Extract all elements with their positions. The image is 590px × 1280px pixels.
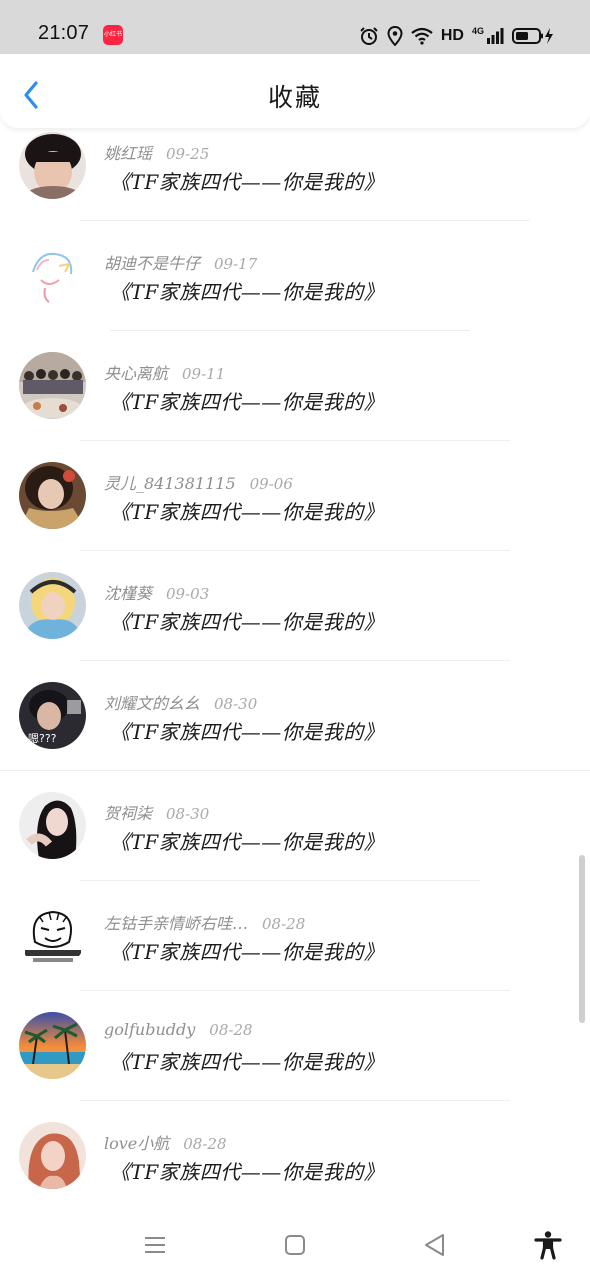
divider (80, 220, 530, 221)
divider (80, 1100, 510, 1101)
status-time: 21:07 (38, 22, 90, 44)
item-meta: 刘耀文的幺幺 08-30 (104, 690, 257, 714)
status-icons: HD 4G (359, 24, 554, 48)
item-username[interactable]: love小航 (104, 1134, 169, 1153)
item-username[interactable]: 刘耀文的幺幺 (104, 694, 200, 713)
item-meta: 央心离航 09-11 (104, 360, 225, 384)
location-icon (387, 26, 403, 46)
item-date: 09-25 (166, 145, 210, 163)
item-title[interactable]: 《TF家族四代——你是我的》 (110, 716, 384, 745)
avatar[interactable] (19, 902, 86, 969)
item-date: 09-11 (182, 365, 226, 383)
avatar[interactable] (19, 132, 86, 199)
item-username[interactable]: 沈槿葵 (104, 584, 152, 603)
network-type: 4G (471, 25, 484, 36)
item-date: 08-30 (214, 695, 258, 713)
item-date: 08-28 (262, 915, 306, 933)
item-title[interactable]: 《TF家族四代——你是我的》 (110, 1156, 384, 1185)
list-item[interactable]: 央心离航 09-11 《TF家族四代——你是我的》 (0, 348, 590, 458)
item-date: 08-30 (166, 805, 210, 823)
avatar[interactable]: 嗯??? (19, 682, 86, 749)
list-item[interactable]: 嗯??? 刘耀文的幺幺 08-30 《TF家族四代——你是我的》 (0, 678, 590, 788)
avatar[interactable] (19, 1122, 86, 1189)
divider (80, 660, 510, 661)
item-username[interactable]: 灵儿_841381115 (104, 474, 236, 493)
alarm-icon (360, 27, 378, 45)
app-notification-icon: 小红书 (103, 25, 123, 45)
battery-charging-icon (512, 28, 553, 44)
favorites-list: 姚红瑶 09-25 《TF家族四代——你是我的》 胡迪不是牛仔 09-17 《TF家… (0, 128, 590, 1210)
item-title[interactable]: 《TF家族四代——你是我的》 (110, 606, 384, 635)
home-icon (285, 1235, 305, 1255)
menu-button[interactable] (140, 1230, 170, 1260)
item-title[interactable]: 《TF家族四代——你是我的》 (110, 936, 384, 965)
svg-text:嗯???: 嗯??? (28, 732, 57, 745)
divider (110, 330, 470, 331)
item-date: 08-28 (183, 1135, 227, 1153)
hd-indicator: HD (440, 27, 464, 44)
item-username[interactable]: 贺祠柒 (104, 804, 152, 823)
header: 收藏 (0, 54, 590, 128)
item-username[interactable]: 姚红瑶 (104, 144, 152, 163)
avatar[interactable] (19, 792, 86, 859)
divider (80, 550, 510, 551)
accessibility-icon (534, 1231, 562, 1260)
list-item[interactable]: 左钴手亲情峤右哇… 08-28 《TF家族四代——你是我的》 (0, 898, 590, 1008)
item-meta: 左钴手亲情峤右哇… 08-28 (104, 910, 305, 934)
page-title: 收藏 (267, 83, 322, 112)
item-title[interactable]: 《TF家族四代——你是我的》 (110, 496, 384, 525)
avatar[interactable] (19, 572, 86, 639)
list-item[interactable]: 胡迪不是牛仔 09-17 《TF家族四代——你是我的》 (0, 238, 590, 348)
home-button[interactable] (280, 1230, 310, 1260)
item-meta: 沈槿葵 09-03 (104, 580, 209, 604)
signal-icon (487, 28, 504, 44)
avatar[interactable] (19, 352, 86, 419)
wifi-icon (411, 27, 433, 45)
item-meta: golfubuddy 08-28 (104, 1020, 253, 1039)
item-username[interactable]: 左钴手亲情峤右哇… (104, 914, 248, 933)
scrollbar[interactable] (579, 855, 585, 1023)
item-meta: 姚红瑶 09-25 (104, 140, 209, 164)
avatar[interactable] (19, 242, 86, 309)
item-date: 09-03 (166, 585, 210, 603)
item-meta: 胡迪不是牛仔 09-17 (104, 250, 257, 274)
back-nav-button[interactable] (420, 1230, 450, 1260)
list-item[interactable]: 沈槿葵 09-03 《TF家族四代——你是我的》 (0, 568, 590, 678)
list-item[interactable]: love小航 08-28 《TF家族四代——你是我的》 (0, 1118, 590, 1210)
item-date: 08-28 (209, 1021, 253, 1039)
list-item[interactable]: golfubuddy 08-28 《TF家族四代——你是我的》 (0, 1008, 590, 1118)
divider (80, 880, 480, 881)
item-meta: 贺祠柒 08-30 (104, 800, 209, 824)
list-item[interactable]: 姚红瑶 09-25 《TF家族四代——你是我的》 (0, 128, 590, 238)
item-meta: love小航 08-28 (104, 1130, 227, 1154)
item-title[interactable]: 《TF家族四代——你是我的》 (110, 386, 384, 415)
item-username[interactable]: 胡迪不是牛仔 (104, 254, 200, 273)
item-meta: 灵儿_841381115 09-06 (104, 470, 293, 494)
avatar[interactable] (19, 1012, 86, 1079)
back-triangle-icon (425, 1234, 444, 1256)
avatar[interactable] (19, 462, 86, 529)
menu-icon (145, 1237, 165, 1253)
item-username[interactable]: golfubuddy (104, 1020, 195, 1039)
item-title[interactable]: 《TF家族四代——你是我的》 (110, 826, 384, 855)
item-title[interactable]: 《TF家族四代——你是我的》 (110, 276, 384, 305)
divider (80, 990, 510, 991)
item-date: 09-17 (214, 255, 258, 273)
item-date: 09-06 (249, 475, 293, 493)
status-bar: 21:07 小红书 HD 4G (0, 0, 590, 54)
list-item[interactable]: 贺祠柒 08-30 《TF家族四代——你是我的》 (0, 788, 590, 898)
system-nav-bar (0, 1210, 590, 1280)
divider (0, 770, 590, 771)
list-item[interactable]: 灵儿_841381115 09-06 《TF家族四代——你是我的》 (0, 458, 590, 568)
item-title[interactable]: 《TF家族四代——你是我的》 (110, 166, 384, 195)
item-username[interactable]: 央心离航 (104, 364, 168, 383)
item-title[interactable]: 《TF家族四代——你是我的》 (110, 1046, 384, 1075)
accessibility-button[interactable] (533, 1230, 563, 1260)
divider (80, 440, 510, 441)
